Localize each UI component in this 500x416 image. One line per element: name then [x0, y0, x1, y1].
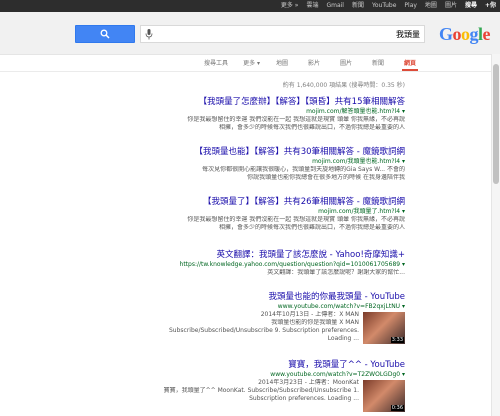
search-icon — [100, 29, 110, 39]
search-button[interactable] — [75, 25, 135, 43]
result-stats: 約有 1,640,000 項結果 (搜尋時間：0.35 秒) — [282, 82, 405, 89]
search-tabs: 網頁 新聞 圖片 影片 地圖 更多 ▾ 搜尋工具 — [0, 55, 500, 72]
result-url[interactable]: mojim.com/解答頭量也能.htm?l4 ▾ — [105, 108, 405, 116]
result-title-link[interactable]: 我頭量也能的你最我頭量 - YouTube — [105, 292, 405, 303]
tab-more[interactable]: 更多 ▾ — [243, 58, 260, 67]
active-tab-indicator — [402, 69, 418, 71]
logo-letter-0: G — [438, 24, 453, 44]
top-link-images[interactable]: 圖片 — [445, 0, 457, 12]
google-logo[interactable]: Google — [438, 24, 491, 45]
logo-letter-3: g — [469, 24, 478, 44]
scrollbar-thumb[interactable] — [493, 64, 499, 184]
result-snippet-line: 2014年3月23日 - 上傳者：MoonKat — [258, 379, 359, 386]
result-snippet-line: 我頭量也能的你是我頭量 X MAN — [271, 319, 359, 326]
tab-maps[interactable]: 地圖 — [276, 58, 288, 67]
page-scrollbar[interactable] — [491, 54, 500, 416]
search-result: 【我頭量了怎麼辦】【解答】【頭昏】共有15筆相關解答 mojim.com/解答頭… — [105, 97, 405, 132]
result-title-link[interactable]: 【我頭量也能】【解答】共有30筆相關解答 - 魔鏡歌詞網 — [105, 147, 405, 158]
search-input[interactable] — [180, 26, 420, 42]
search-result: 英文翻譯：我頭量了該怎麼說 - Yahoo!奇摩知識+ https://tw.k… — [105, 250, 405, 277]
result-url[interactable]: www.youtube.com/watch?v=FB2qxjLtNU ▾ — [105, 303, 405, 311]
video-result: 寶寶，我頭量了^^ - YouTube www.youtube.com/watc… — [105, 360, 405, 414]
microphone-icon[interactable] — [145, 29, 153, 40]
tab-images[interactable]: 圖片 — [340, 58, 352, 67]
result-url[interactable]: www.youtube.com/watch?v=T2ZWOLGDg0 ▾ — [105, 371, 405, 379]
top-link-search[interactable]: 搜尋 — [465, 0, 477, 12]
logo-letter-1: o — [452, 24, 461, 44]
tab-news[interactable]: 新聞 — [372, 58, 384, 67]
result-title-link[interactable]: 【我頭量了】【解答】共有26筆相關解答 - 魔鏡歌詞網 — [105, 197, 405, 208]
result-url[interactable]: mojim.com/我頭量了.htm?l4 ▾ — [105, 208, 405, 216]
result-snippet-line: Loading ... — [327, 335, 359, 342]
video-duration: 3:33 — [390, 337, 404, 343]
result-snippet-line: 英文翻譯：我頭暈了該怎麼說呢？謝謝大家的幫忙... — [267, 269, 405, 276]
result-snippet-line: 相擁，會多少的時候每次我們也很難說出口，不過你我總是最重要的人 — [218, 124, 405, 131]
result-url[interactable]: mojim.com/我頭量也能.htm?l4 ▾ — [105, 158, 405, 166]
search-result: 【我頭量了】【解答】共有26筆相關解答 - 魔鏡歌詞網 mojim.com/我頭… — [105, 197, 405, 232]
top-link-drive[interactable]: 雲端 — [306, 0, 318, 12]
result-snippet-line: 你是我最想留住的幸運 我們沒能在一起 我想這就是現實 頭暈 你我無緣，不必再說 — [187, 116, 405, 123]
result-snippet-line: 你是我最想留住的幸運 我們沒能在一起 我想這就是現實 頭暈 你我無緣，不必再說 — [187, 216, 405, 223]
result-snippet-line: 2014年10月13日 - 上傳者：X MAN — [260, 311, 359, 318]
search-box[interactable] — [140, 25, 425, 43]
top-link-youtube[interactable]: YouTube — [372, 0, 396, 12]
top-link-gmail[interactable]: Gmail — [326, 0, 344, 12]
search-header: Google — [0, 12, 500, 55]
search-result: 【我頭量也能】【解答】共有30筆相關解答 - 魔鏡歌詞網 mojim.com/我… — [105, 147, 405, 182]
result-title-link[interactable]: 英文翻譯：我頭量了該怎麼說 - Yahoo!奇摩知識+ — [105, 250, 405, 261]
result-snippet-line: Subscription preferences. Loading ... — [249, 395, 359, 402]
result-title-link[interactable]: 寶寶，我頭量了^^ - YouTube — [105, 360, 405, 371]
result-snippet-line: 你說我頭量也能你我總會在很多地方的時候 在我身邊陪伴我 — [247, 174, 405, 181]
tab-videos[interactable]: 影片 — [308, 58, 320, 67]
result-snippet-line: Subscribe/Subscribed/Unsubscribe 9. Subs… — [168, 327, 359, 334]
logo-letter-5: e — [482, 24, 491, 44]
video-thumbnail[interactable]: 0:36 — [363, 380, 405, 412]
result-title-link[interactable]: 【我頭量了怎麼辦】【解答】【頭昏】共有15筆相關解答 — [105, 97, 405, 108]
top-link-more[interactable]: 更多 » — [281, 0, 299, 12]
top-link-play[interactable]: Play — [404, 0, 417, 12]
video-result: 我頭量也能的你最我頭量 - YouTube www.youtube.com/wa… — [105, 292, 405, 346]
top-link-plus[interactable]: +你 — [485, 0, 496, 12]
top-link-news[interactable]: 新聞 — [352, 0, 364, 12]
result-snippet-line: 相擁，會多少的時候每次我們也很難說出口，不過你我總是最重要的人 — [218, 224, 405, 231]
tab-search-tools[interactable]: 搜尋工具 — [204, 58, 228, 67]
top-bar-links: +你 搜尋 圖片 地圖 Play YouTube 新聞 Gmail 雲端 更多 … — [281, 0, 496, 12]
top-link-maps[interactable]: 地圖 — [425, 0, 437, 12]
video-thumbnail[interactable]: 3:33 — [363, 312, 405, 344]
tab-web[interactable]: 網頁 — [404, 58, 416, 67]
video-duration: 0:36 — [390, 405, 404, 411]
google-top-bar: +你 搜尋 圖片 地圖 Play YouTube 新聞 Gmail 雲端 更多 … — [0, 0, 500, 12]
result-snippet-line: 每次見你都很開心能讓我很暖心，我頭量到天旋地轉的Gia Says W... 不會… — [202, 166, 405, 173]
result-url[interactable]: https://tw.knowledge.yahoo.com/question/… — [105, 261, 405, 269]
result-snippet-line: 寶寶，我頭量了^^ MoonKat. Subscribe/Subscribed/… — [163, 387, 359, 394]
